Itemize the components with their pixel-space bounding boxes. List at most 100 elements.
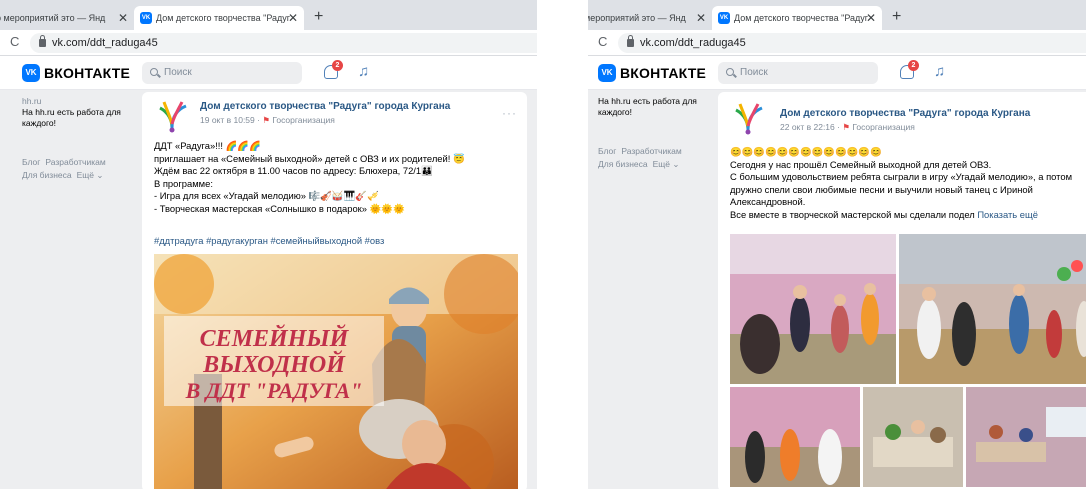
close-icon[interactable]: ✕ [288,6,298,30]
music-icon[interactable]: ♫ [934,63,945,81]
post-meta: 22 окт в 22:16 · ⚑ Госорганизация [780,122,915,132]
poster-title-line3: В ДДТ "РАДУГА" [185,378,363,403]
url-input[interactable]: vk.com/ddt_raduga45 [618,33,1086,53]
footer-link-blog[interactable]: Блог [598,146,616,156]
close-icon[interactable]: ✕ [866,6,876,30]
flag-icon: ⚑ [262,115,270,125]
post-date[interactable]: 22 окт в 22:16 [780,122,835,132]
post-photo-2[interactable] [899,234,1086,384]
group-avatar-rainbow-icon[interactable] [154,98,190,134]
footer-link-developers[interactable]: Разработчикам [621,146,681,156]
post-meta: 19 окт в 10:59 · ⚑ Госорганизация [200,115,335,125]
search-input[interactable]: Поиск [142,62,302,84]
post-line: Ждём вас 22 октября в 11.00 часов по адр… [154,165,433,176]
post-photo-3[interactable] [730,387,860,487]
new-tab-button[interactable]: + [314,6,323,30]
url-text: vk.com/ddt_raduga45 [52,37,158,49]
post-hashtags[interactable]: #ддтрадуга #радугакурган #семейныйвыходн… [154,235,384,246]
photo-illustration [966,387,1086,487]
footer-link-developers[interactable]: Разработчикам [45,157,105,167]
sidebar-ad-text-1[interactable]: На hh.ru есть работа для [598,96,713,107]
vk-favicon-icon: VK [718,12,730,24]
new-tab-button[interactable]: + [892,6,901,30]
reload-icon[interactable]: C [10,34,19,49]
lock-icon[interactable] [627,35,634,47]
post-line: В программе: [154,177,213,189]
footer-link-more[interactable]: Ещё ⌄ [653,159,680,169]
search-placeholder: Поиск [164,67,192,78]
tab-title: Дом детского творчества "Радуг [734,13,869,23]
close-icon[interactable]: ✕ [696,6,706,30]
footer-link-business[interactable]: Для бизнеса [598,159,648,169]
poster-title-line2: ВЫХОДНОЙ [202,351,346,378]
post-text: ДДТ «Радуга»!!! 🌈🌈🌈 приглашает на «Семей… [154,140,465,215]
vk-favicon-icon: VK [140,12,152,24]
tab-yandex[interactable]: р мероприятий это — Янд ✕ [0,6,130,30]
left-sidebar: hh.ru На hh.ru есть работа для каждого! … [22,96,137,181]
tab-vk-group[interactable]: VK Дом детского творчества "Радуг ✕ [712,6,882,30]
reload-icon[interactable]: C [598,34,607,49]
address-bar: C vk.com/ddt_raduga45 [0,30,537,56]
sidebar-ad-text-2[interactable]: каждого! [22,118,137,129]
sidebar-ad-text-1[interactable]: На hh.ru есть работа для [22,107,137,118]
post-line: ДДТ «Радуга»!!! 🌈🌈🌈 [154,140,261,151]
browser-window-left: р мероприятий это — Янд ✕ VK Дом детског… [0,0,537,489]
org-type: Госорганизация [272,115,335,125]
post-photo-5[interactable] [966,387,1086,487]
tab-title: мероприятий это — Янд [588,13,686,23]
music-icon[interactable]: ♫ [358,63,369,81]
tab-strip: р мероприятий это — Янд ✕ VK Дом детског… [0,0,537,30]
tab-title: Дом детского творчества "Радуг [156,13,291,23]
sidebar-ad-text-2[interactable]: каждого! [598,107,713,118]
lock-icon[interactable] [39,35,46,47]
post-line: Александровной. [730,196,806,207]
left-sidebar: На hh.ru есть работа для каждого! Блог Ра… [598,96,713,170]
vk-brand[interactable]: ВКОНТАКТЕ [620,64,706,82]
photo-illustration [899,234,1086,384]
post-photo-1[interactable] [730,234,896,384]
search-input[interactable]: Поиск [718,62,878,84]
post-date[interactable]: 19 окт в 10:59 [200,115,255,125]
browser-window-right: мероприятий это — Янд ✕ VK Дом детского … [588,0,1086,489]
post-line: дружно спели свои любимые песни и выучил… [730,183,1033,195]
footer-link-business[interactable]: Для бизнеса [22,170,72,180]
post-line: приглашает на «Семейный выходной» детей … [154,152,465,164]
post-line: Сегодня у нас прошёл Семейный выходной д… [730,158,992,170]
notification-badge: 2 [332,60,343,71]
vk-logo-icon[interactable]: VK [598,64,616,82]
wall-post: Дом детского творчества "Радуга" города … [142,92,527,489]
group-name-link[interactable]: Дом детского творчества "Радуга" города … [780,108,1030,119]
poster-title-line1: СЕМЕЙНЫЙ [200,325,350,352]
post-line: С большим удовольствием ребята сыграли в… [730,171,1073,182]
vk-header: VK ВКОНТАКТЕ Поиск 2 ♫ [0,56,537,90]
group-name-link[interactable]: Дом детского творчества "Радуга" города … [200,101,450,112]
close-icon[interactable]: ✕ [118,6,128,30]
show-more-link[interactable]: Показать ещё [977,209,1038,220]
sidebar-ad-source: hh.ru [22,96,42,106]
post-photo-4[interactable] [863,387,963,487]
search-icon [726,68,734,76]
footer-link-blog[interactable]: Блог [22,157,40,167]
url-input[interactable]: vk.com/ddt_raduga45 [30,33,537,53]
vk-logo-icon[interactable]: VK [22,64,40,82]
flag-icon: ⚑ [842,122,850,132]
post-line: Все вместе в творческой мастерской мы сд… [730,208,975,220]
wall-post: Дом детского творчества "Радуга" города … [718,92,1086,489]
footer-link-more[interactable]: Ещё ⌄ [77,170,104,180]
search-placeholder: Поиск [740,67,768,78]
post-line: - Творческая мастерская «Солнышко в пода… [154,202,405,214]
vk-brand[interactable]: ВКОНТАКТЕ [44,64,130,82]
post-emoji-line: 😊😊😊😊😊😊😊😊😊😊😊😊😊 [730,146,882,157]
more-options-icon[interactable]: ··· [502,106,517,120]
post-text: 😊😊😊😊😊😊😊😊😊😊😊😊😊 Сегодня у нас прошёл Семей… [730,146,1072,221]
notification-badge: 2 [908,60,919,71]
photo-illustration [863,387,963,487]
group-avatar-rainbow-icon[interactable] [730,100,766,136]
post-poster-image[interactable]: СЕМЕЙНЫЙ ВЫХОДНОЙ В ДДТ "РАДУГА" [154,254,518,489]
tab-vk-group[interactable]: VK Дом детского творчества "Радуг ✕ [134,6,304,30]
tab-strip: мероприятий это — Янд ✕ VK Дом детского … [588,0,1086,30]
photo-illustration [730,387,860,487]
tab-yandex[interactable]: мероприятий это — Янд ✕ [588,6,708,30]
search-icon [150,68,158,76]
post-line: - Игра для всех «Угадай мелодию» 🎼🎻🥁🎹🎸🎺 [154,190,379,201]
